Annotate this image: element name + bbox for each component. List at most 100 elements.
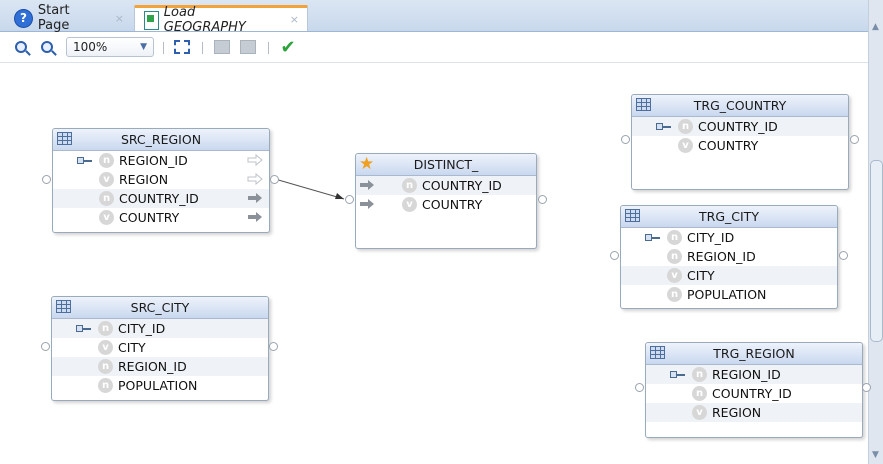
attribute-row[interactable]: n CITY_ID xyxy=(621,228,837,247)
attribute-row[interactable]: v COUNTRY xyxy=(632,136,848,155)
attribute-row[interactable]: v CITY xyxy=(52,338,268,357)
fit-to-window-icon xyxy=(174,40,190,54)
output-arrow-icon xyxy=(247,173,263,185)
entity-trg-city[interactable]: TRG_CITY n CITY_ID n REGION_ID v CITY n … xyxy=(620,205,838,309)
entity-header[interactable]: SRC_REGION xyxy=(53,129,269,151)
chevron-down-icon: ▼ xyxy=(140,42,147,52)
key-icon xyxy=(76,324,91,333)
attribute-name: CITY_ID xyxy=(687,230,735,245)
output-port[interactable] xyxy=(269,342,278,351)
attribute-name: REGION xyxy=(119,172,169,187)
attribute-row[interactable]: v COUNTRY xyxy=(53,208,269,227)
input-port[interactable] xyxy=(610,251,619,260)
attribute-row[interactable]: n COUNTRY_ID xyxy=(632,117,848,136)
zoom-in-button[interactable] xyxy=(12,37,30,57)
close-icon[interactable]: × xyxy=(115,12,124,25)
attribute-row[interactable]: n POPULATION xyxy=(621,285,837,304)
attribute-row[interactable]: n REGION_ID xyxy=(52,357,268,376)
entity-trg-country[interactable]: TRG_COUNTRY n COUNTRY_ID v COUNTRY xyxy=(631,94,849,190)
input-port[interactable] xyxy=(42,175,51,184)
attribute-row[interactable]: n REGION_ID xyxy=(53,151,269,170)
output-port[interactable] xyxy=(850,135,859,144)
attribute-row[interactable]: v CITY xyxy=(621,266,837,285)
table-icon xyxy=(650,346,665,359)
attribute-row[interactable]: v REGION xyxy=(646,403,862,422)
tab-label: Load GEOGRAPHY xyxy=(163,4,246,35)
checkmark-icon: ✔ xyxy=(280,36,296,58)
properties-button[interactable] xyxy=(238,37,258,57)
entity-src-city[interactable]: SRC_CITY n CITY_ID v CITY n REGION_ID n … xyxy=(51,296,269,401)
number-type-icon: n xyxy=(667,249,682,264)
mapping-icon xyxy=(143,10,159,30)
attribute-name: CITY xyxy=(118,340,146,355)
input-port[interactable] xyxy=(621,135,630,144)
layout-button[interactable] xyxy=(212,37,232,57)
input-port[interactable] xyxy=(41,342,50,351)
entity-src-region[interactable]: SRC_REGION n REGION_ID v REGION n COUNTR… xyxy=(52,128,270,233)
input-arrow-icon xyxy=(360,199,374,209)
input-port[interactable] xyxy=(345,195,354,204)
attribute-row[interactable]: n COUNTRY_ID xyxy=(53,189,269,208)
attribute-row[interactable]: n REGION_ID xyxy=(646,365,862,384)
output-port[interactable] xyxy=(270,175,279,184)
varchar-type-icon: v xyxy=(678,138,693,153)
number-type-icon: n xyxy=(678,119,693,134)
attribute-name: REGION xyxy=(712,405,762,420)
attribute-row[interactable]: n COUNTRY_ID xyxy=(356,176,536,195)
table-icon xyxy=(625,209,640,222)
entity-header[interactable]: TRG_CITY xyxy=(621,206,837,228)
attribute-name: COUNTRY xyxy=(422,197,483,212)
scroll-up-icon[interactable]: ▲ xyxy=(872,22,879,32)
entity-header[interactable]: TRG_COUNTRY xyxy=(632,95,848,117)
entity-header[interactable]: ★ DISTINCT_ xyxy=(356,154,536,176)
attribute-row[interactable]: v COUNTRY xyxy=(356,195,536,214)
attribute-row[interactable]: n COUNTRY_ID xyxy=(646,384,862,403)
editor-tab-bar: ? Start Page × Load GEOGRAPHY × xyxy=(0,0,883,35)
validate-button[interactable]: ✔ xyxy=(278,36,298,58)
varchar-type-icon: v xyxy=(692,405,707,420)
attribute-row[interactable]: v REGION xyxy=(53,170,269,189)
vertical-scrollbar-thumb[interactable] xyxy=(870,160,883,342)
output-port[interactable] xyxy=(839,251,848,260)
entity-trg-region[interactable]: TRG_REGION n REGION_ID n COUNTRY_ID v RE… xyxy=(645,342,863,438)
number-type-icon: n xyxy=(99,153,114,168)
attribute-name: COUNTRY_ID xyxy=(422,178,502,193)
entity-title: DISTINCT_ xyxy=(413,157,479,172)
layout-icon xyxy=(214,40,230,54)
output-port[interactable] xyxy=(862,383,871,392)
attribute-row[interactable]: n REGION_ID xyxy=(621,247,837,266)
scroll-down-icon[interactable]: ▼ xyxy=(872,450,879,460)
star-icon: ★ xyxy=(359,154,375,174)
tab-start-page[interactable]: ? Start Page × xyxy=(6,3,132,33)
zoom-in-icon xyxy=(15,41,27,53)
entity-title: TRG_CITY xyxy=(699,209,759,224)
varchar-type-icon: v xyxy=(99,210,114,225)
attribute-name: POPULATION xyxy=(687,287,767,302)
entity-title: TRG_REGION xyxy=(713,346,795,361)
attribute-row[interactable]: n CITY_ID xyxy=(52,319,268,338)
entity-title: SRC_CITY xyxy=(130,300,190,315)
attribute-name: COUNTRY_ID xyxy=(712,386,792,401)
close-icon[interactable]: × xyxy=(290,13,299,26)
number-type-icon: n xyxy=(692,367,707,382)
entity-distinct[interactable]: ★ DISTINCT_ n COUNTRY_ID v COUNTRY xyxy=(355,153,537,249)
attribute-name: REGION_ID xyxy=(118,359,187,374)
number-type-icon: n xyxy=(99,191,114,206)
zoom-dropdown[interactable]: 100% ▼ xyxy=(66,37,154,57)
entity-header[interactable]: SRC_CITY xyxy=(52,297,268,319)
zoom-value: 100% xyxy=(73,40,108,54)
attribute-name: CITY xyxy=(687,268,715,283)
entity-header[interactable]: TRG_REGION xyxy=(646,343,862,365)
diagram-toolbar: 100% ▼ ✔ xyxy=(0,32,883,63)
input-port[interactable] xyxy=(635,383,644,392)
output-port[interactable] xyxy=(538,195,547,204)
varchar-type-icon: v xyxy=(99,172,114,187)
zoom-out-button[interactable] xyxy=(38,37,56,57)
key-icon xyxy=(656,122,671,131)
output-arrow-icon xyxy=(248,212,262,222)
attribute-row[interactable]: n POPULATION xyxy=(52,376,268,395)
fit-to-window-button[interactable] xyxy=(172,37,192,57)
tab-load-geography[interactable]: Load GEOGRAPHY × xyxy=(134,5,308,35)
table-icon xyxy=(56,300,71,313)
varchar-type-icon: v xyxy=(667,268,682,283)
